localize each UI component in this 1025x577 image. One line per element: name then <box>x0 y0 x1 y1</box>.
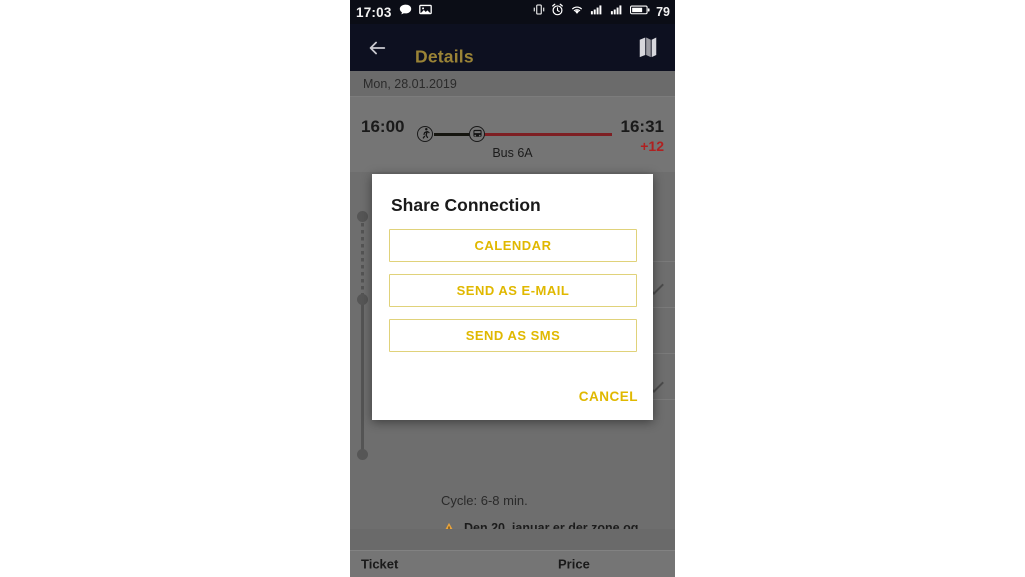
dialog-title: Share Connection <box>391 195 541 215</box>
status-bar-right: 79 <box>533 0 670 24</box>
app-bar: Details <box>350 24 675 71</box>
phone-screen: 17:03 79 Details Mon, 28.01.2019 16:00 1… <box>350 0 675 577</box>
ticket-column-header: Ticket <box>361 556 399 572</box>
battery-icon <box>630 3 650 21</box>
status-bar: 17:03 79 <box>350 0 675 24</box>
calendar-button[interactable]: CALENDAR <box>389 229 637 262</box>
arrival-time: 16:31 <box>620 117 664 136</box>
message-bubble-icon <box>399 3 412 21</box>
journey-date: Mon, 28.01.2019 <box>363 76 457 91</box>
share-connection-dialog: Share Connection CALENDAR SEND AS E-MAIL… <box>372 174 653 420</box>
signal-bars-icon <box>590 3 604 21</box>
send-as-email-button[interactable]: SEND AS E-MAIL <box>389 274 637 307</box>
send-as-sms-button[interactable]: SEND AS SMS <box>389 319 637 352</box>
journey-mode-label: Bus 6A <box>492 146 533 160</box>
status-bar-clock: 17:03 <box>356 4 392 20</box>
bus-icon <box>469 126 485 142</box>
battery-percent-label: 79 <box>656 5 670 19</box>
status-bar-left: 17:03 <box>356 0 432 24</box>
page-title: Details <box>415 46 474 67</box>
signal-bars-secondary-icon <box>610 3 624 21</box>
timeline-dotted-segment <box>361 216 364 296</box>
timeline-stop-dot <box>357 294 368 305</box>
cycle-info: Cycle: 6-8 min. <box>441 493 528 508</box>
journey-overview: 16:00 16:31 +12 Bus 6A <box>350 97 675 172</box>
price-column-header: Price <box>558 556 590 572</box>
timeline-stop-dot <box>357 449 368 460</box>
screenshot-root: 17:03 79 Details Mon, 28.01.2019 16:00 1… <box>0 0 1025 577</box>
journey-mode-bar <box>416 126 612 142</box>
journey-date-row: Mon, 28.01.2019 <box>350 71 675 97</box>
departure-time: 16:00 <box>361 117 405 136</box>
timeline-stop-dot <box>357 211 368 222</box>
ticket-table-header: Ticket Price <box>350 551 675 577</box>
back-arrow-icon[interactable] <box>366 37 388 59</box>
bus-segment-line <box>478 133 612 136</box>
alarm-clock-icon <box>551 3 564 21</box>
photo-icon <box>418 3 432 21</box>
vibrate-icon <box>533 3 545 21</box>
details-content: Mon, 28.01.2019 16:00 16:31 +12 Bus 6A C… <box>350 71 675 577</box>
cancel-button[interactable]: CANCEL <box>579 389 638 404</box>
ticket-section-band <box>350 529 675 551</box>
map-icon[interactable] <box>637 36 659 60</box>
wifi-icon <box>570 3 584 21</box>
timeline-solid-segment <box>361 299 364 454</box>
walking-person-icon <box>417 126 433 142</box>
